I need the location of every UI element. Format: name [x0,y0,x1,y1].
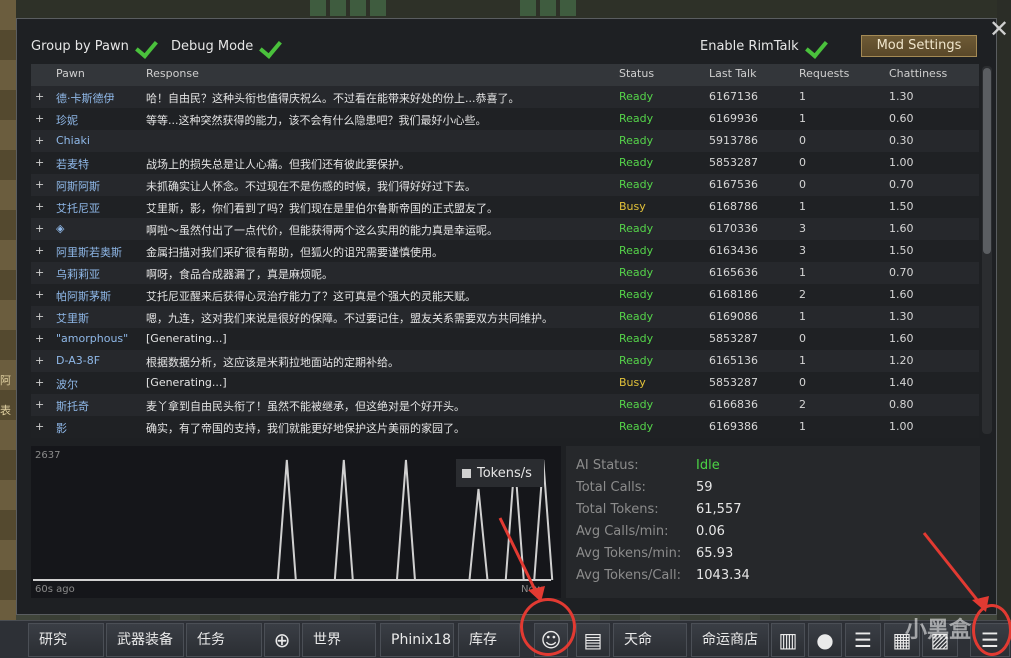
annotation-arrow [922,532,984,607]
annotation-arrowhead [528,586,545,602]
annotation-arrow [498,517,540,597]
annotation-arrows [498,517,989,612]
